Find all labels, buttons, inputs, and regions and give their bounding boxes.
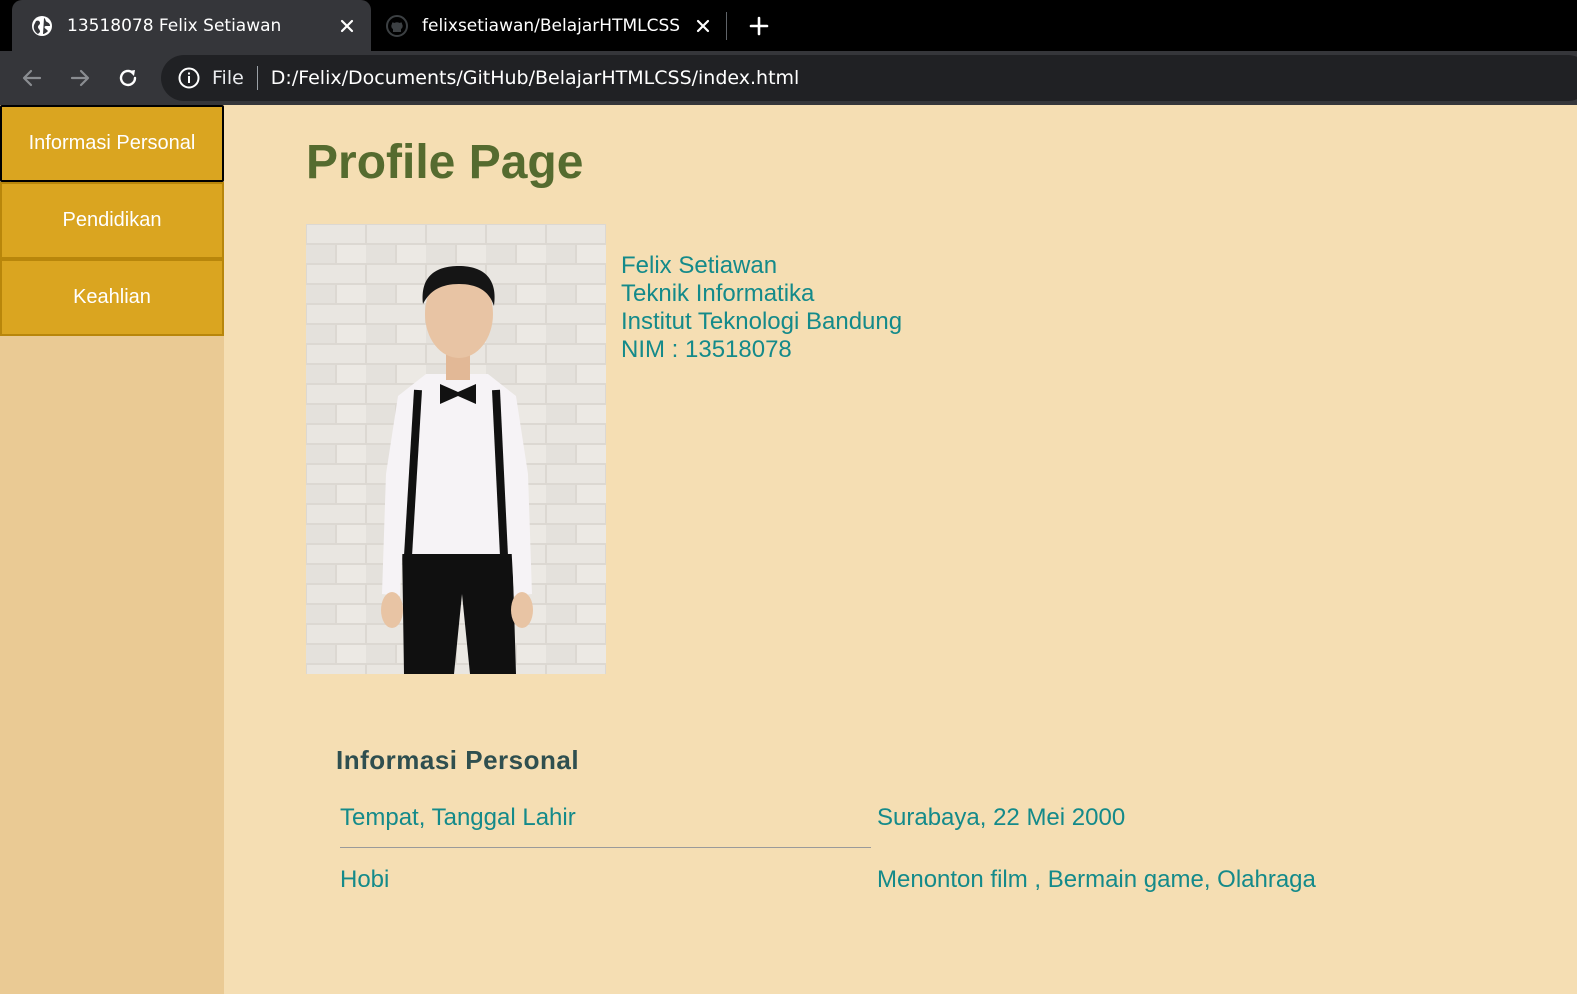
info-icon[interactable] (177, 66, 201, 90)
globe-icon (31, 15, 53, 37)
tab-title: felixsetiawan/BelajarHTMLCSS (422, 15, 681, 36)
new-tab-icon[interactable] (743, 10, 775, 42)
section-heading-informasi-personal: Informasi Personal (336, 745, 580, 775)
page-title: Profile Page (306, 136, 584, 189)
row-label: Hobi (340, 866, 390, 893)
close-tab-icon[interactable] (333, 12, 361, 40)
profile-institution: Institut Teknologi Bandung (621, 308, 903, 335)
close-tab-icon[interactable] (689, 12, 717, 40)
address-bar[interactable]: File D:/Felix/Documents/GitHub/BelajarHT… (161, 55, 1577, 101)
tab-separator (726, 12, 727, 40)
tab-title: 13518078 Felix Setiawan (67, 15, 282, 36)
main-content: Profile Page Felix Setiawan Teknik Infor… (224, 105, 1577, 994)
table-row: Hobi Menonton film , Bermain game, Olahr… (340, 857, 1316, 919)
reload-icon[interactable] (112, 62, 144, 94)
forward-icon[interactable] (64, 62, 96, 94)
sidebar-nav: Informasi Personal Pendidikan Keahlian (0, 105, 224, 994)
profile-major: Teknik Informatika (621, 280, 815, 307)
profile-photo (306, 224, 606, 674)
row-value: Surabaya, 22 Mei 2000 (877, 804, 1126, 831)
personal-info-table: Tempat, Tanggal Lahir Surabaya, 22 Mei 2… (340, 795, 1316, 919)
sidebar-item-pendidikan[interactable]: Pendidikan (0, 182, 224, 259)
tab-github[interactable]: felixsetiawan/BelajarHTMLCSS (371, 0, 727, 51)
row-value: Menonton film , Bermain game, Olahraga (877, 866, 1316, 893)
url-scheme-label: File (212, 67, 244, 89)
row-divider (340, 847, 871, 848)
profile-identity: Felix Setiawan Teknik Informatika Instit… (621, 252, 902, 364)
row-label: Tempat, Tanggal Lahir (340, 804, 576, 831)
tab-profile[interactable]: 13518078 Felix Setiawan (12, 0, 371, 51)
sidebar-item-label: Pendidikan (62, 209, 162, 231)
profile-nim: NIM : 13518078 (621, 336, 792, 363)
sidebar-item-label: Informasi Personal (28, 132, 196, 154)
profile-name: Felix Setiawan (621, 252, 778, 279)
sidebar-item-label: Keahlian (73, 286, 151, 308)
back-icon[interactable] (16, 62, 48, 94)
tab-strip: 13518078 Felix Setiawan felixsetiawan/Be… (0, 0, 1577, 51)
browser-toolbar: File D:/Felix/Documents/GitHub/BelajarHT… (0, 51, 1577, 105)
github-icon (386, 14, 408, 37)
url-text[interactable]: D:/Felix/Documents/GitHub/BelajarHTMLCSS… (271, 67, 800, 89)
sidebar-item-keahlian[interactable]: Keahlian (0, 259, 224, 336)
table-row: Tempat, Tanggal Lahir Surabaya, 22 Mei 2… (340, 795, 1300, 857)
omnibox-divider (256, 66, 258, 90)
sidebar-item-informasi-personal[interactable]: Informasi Personal (0, 105, 224, 182)
